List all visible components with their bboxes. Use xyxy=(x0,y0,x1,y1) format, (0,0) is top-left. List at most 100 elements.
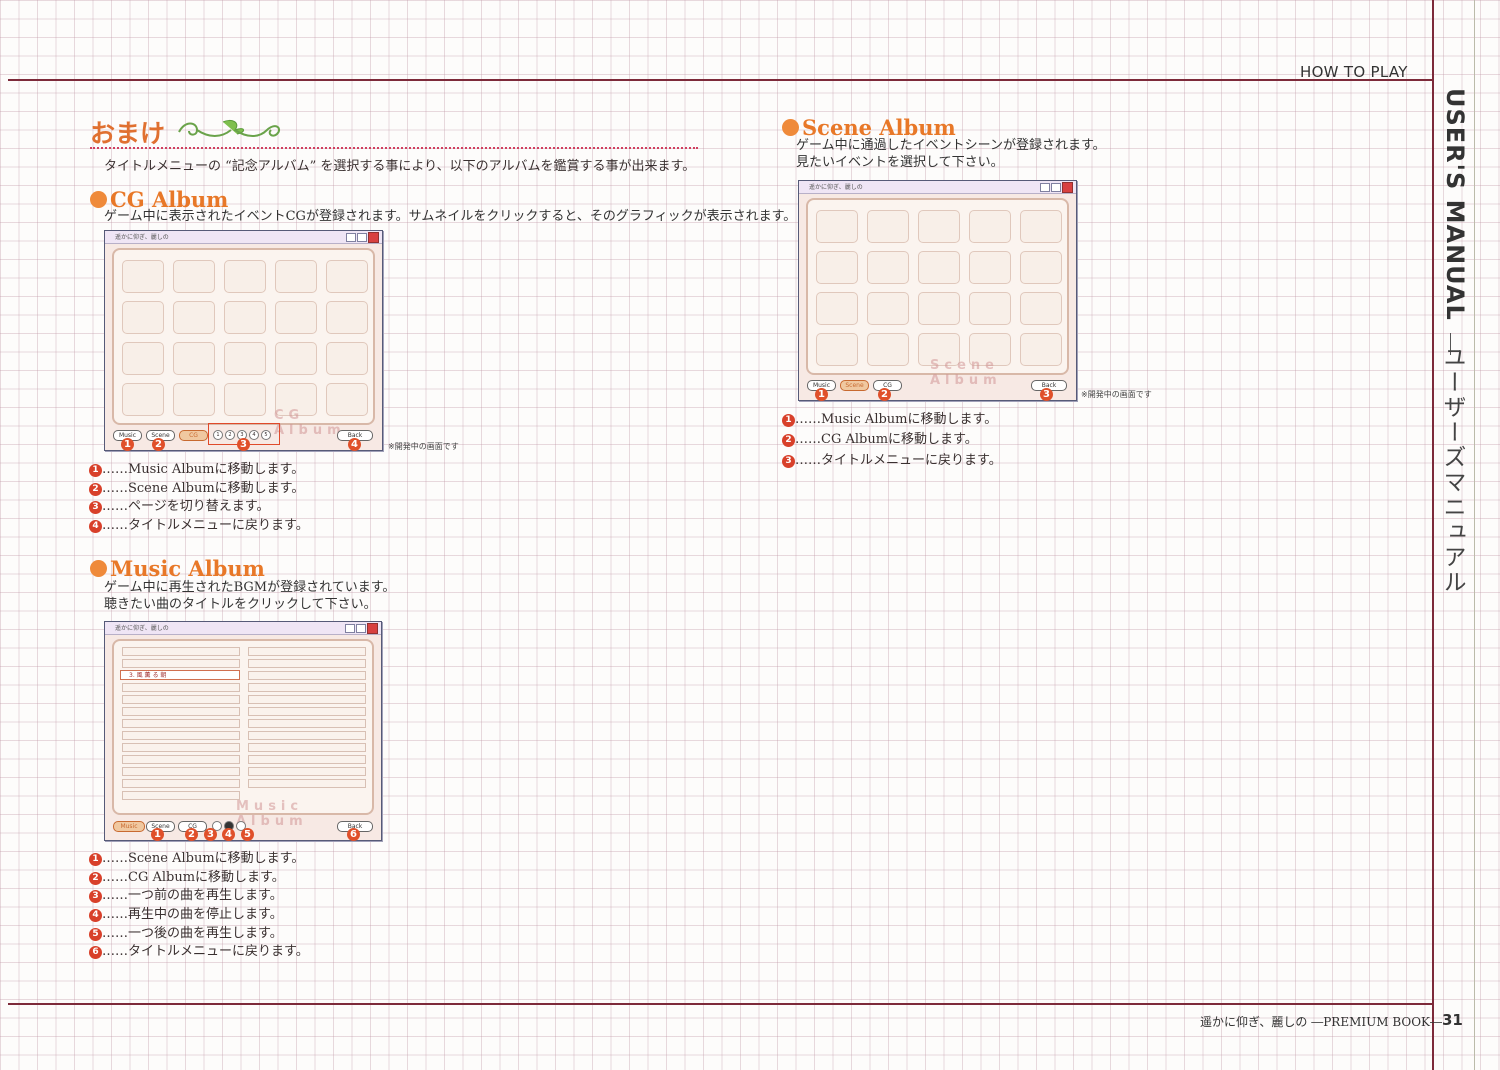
item-text: ……Music Albumに移動します。 xyxy=(795,412,998,427)
track-row[interactable] xyxy=(122,683,240,692)
cg-thumbnail[interactable] xyxy=(326,342,368,375)
scene-thumbnail[interactable] xyxy=(969,292,1011,325)
track-row[interactable] xyxy=(122,719,240,728)
track-row[interactable] xyxy=(248,659,366,668)
scene-thumbnail[interactable] xyxy=(867,251,909,284)
maximize-icon[interactable] xyxy=(1051,183,1061,192)
cg-thumbnail[interactable] xyxy=(173,301,215,334)
close-icon[interactable] xyxy=(368,232,379,243)
scene-thumbnail[interactable] xyxy=(969,210,1011,243)
page-2-button[interactable]: 2 xyxy=(225,430,235,440)
track-row[interactable] xyxy=(122,791,240,800)
minimize-icon[interactable] xyxy=(345,624,355,633)
music-item-4: 4 ……再生中の曲を停止します。 xyxy=(89,906,283,924)
page-1-button[interactable]: 1 xyxy=(213,430,223,440)
cg-thumbnail[interactable] xyxy=(122,342,164,375)
scene-item-2: 2 ……CG Albumに移動します。 xyxy=(782,431,978,449)
scene-thumbnail[interactable] xyxy=(1020,210,1062,243)
page-5-button[interactable]: 5 xyxy=(261,430,271,440)
cg-thumbnail[interactable] xyxy=(122,383,164,416)
top-rule xyxy=(8,79,1433,81)
item-text: ……一つ前の曲を再生します。 xyxy=(102,888,283,903)
track-row[interactable] xyxy=(248,767,366,776)
number-badge: 4 xyxy=(89,520,102,533)
how-to-play-label: HOW TO PLAY xyxy=(1300,63,1408,81)
title-dotted-divider xyxy=(90,147,698,149)
scene-thumbnail[interactable] xyxy=(816,251,858,284)
minimize-icon[interactable] xyxy=(346,233,356,242)
track-row[interactable] xyxy=(122,779,240,788)
scene-thumbnail[interactable] xyxy=(1020,251,1062,284)
callout-2: 2 xyxy=(878,388,891,401)
close-icon[interactable] xyxy=(1062,182,1073,193)
track-row[interactable] xyxy=(248,719,366,728)
scene-album-desc-1: ゲーム中に通過したイベントシーンが登録されます。 xyxy=(796,138,1106,153)
cg-thumbnail[interactable] xyxy=(224,342,266,375)
scene-thumbnail[interactable] xyxy=(816,210,858,243)
track-row[interactable] xyxy=(122,707,240,716)
bullet-dot-icon xyxy=(90,560,107,577)
track-row[interactable] xyxy=(122,647,240,656)
music-item-6: 6 ……タイトルメニューに戻ります。 xyxy=(89,943,309,961)
cg-thumbnail[interactable] xyxy=(224,260,266,293)
cg-item-2: 2 ……Scene Albumに移動します。 xyxy=(89,480,304,498)
cg-album-window: 遥かに仰ぎ、麗しの CG Album Music Scene CG 1 2 3 … xyxy=(104,230,383,451)
track-row[interactable] xyxy=(248,755,366,764)
track-row[interactable] xyxy=(248,731,366,740)
cg-button[interactable]: CG xyxy=(179,430,208,441)
item-text: ……タイトルメニューに戻ります。 xyxy=(795,453,1002,468)
scene-button[interactable]: Scene xyxy=(840,380,869,391)
cg-thumbnail[interactable] xyxy=(224,301,266,334)
scene-thumbnail[interactable] xyxy=(918,210,960,243)
cg-thumbnail[interactable] xyxy=(275,260,317,293)
cg-thumbnail[interactable] xyxy=(275,342,317,375)
music-album-desc-1: ゲーム中に再生されたBGMが登録されています。 xyxy=(104,580,396,595)
track-row[interactable] xyxy=(122,755,240,764)
track-row[interactable] xyxy=(248,671,366,680)
omake-intro: タイトルメニューの “記念アルバム” を選択する事により、以下のアルバムを鑑賞す… xyxy=(104,159,696,174)
callout-1: 1 xyxy=(121,438,134,451)
track-row[interactable] xyxy=(248,707,366,716)
track-row[interactable] xyxy=(122,695,240,704)
cg-thumbnail[interactable] xyxy=(122,301,164,334)
minimize-icon[interactable] xyxy=(1040,183,1050,192)
track-row[interactable] xyxy=(248,743,366,752)
track-row[interactable] xyxy=(248,779,366,788)
scene-thumbnail[interactable] xyxy=(816,292,858,325)
cg-thumbnail[interactable] xyxy=(173,342,215,375)
cg-thumbnail[interactable] xyxy=(122,260,164,293)
track-row-selected[interactable]: 3. 風 薫 る 朝 xyxy=(120,670,240,680)
track-row[interactable] xyxy=(122,731,240,740)
maximize-icon[interactable] xyxy=(356,624,366,633)
track-row[interactable] xyxy=(122,659,240,668)
number-badge: 1 xyxy=(89,464,102,477)
close-icon[interactable] xyxy=(367,623,378,634)
scene-thumbnail[interactable] xyxy=(867,292,909,325)
track-row[interactable] xyxy=(122,743,240,752)
scene-thumbnail[interactable] xyxy=(1020,292,1062,325)
maximize-icon[interactable] xyxy=(357,233,367,242)
sidebar-jp-title: ユーザーズマニュアル xyxy=(1439,345,1465,595)
window-titlebar: 遥かに仰ぎ、麗しの xyxy=(105,622,381,635)
scene-thumbnail[interactable] xyxy=(918,292,960,325)
music-button[interactable]: Music xyxy=(113,821,145,832)
scene-thumbnail[interactable] xyxy=(969,251,1011,284)
track-row[interactable] xyxy=(248,647,366,656)
item-text: ……CG Albumに移動します。 xyxy=(795,432,978,447)
cg-thumbnail[interactable] xyxy=(326,301,368,334)
track-row[interactable] xyxy=(248,683,366,692)
cg-thumbnail[interactable] xyxy=(275,301,317,334)
page-4-button[interactable]: 4 xyxy=(249,430,259,440)
scene-thumbnail[interactable] xyxy=(867,333,909,366)
cg-thumbnail[interactable] xyxy=(326,260,368,293)
scene-thumbnail[interactable] xyxy=(918,251,960,284)
scene-thumbnail[interactable] xyxy=(867,210,909,243)
cg-thumbnail[interactable] xyxy=(173,383,215,416)
track-row[interactable] xyxy=(248,695,366,704)
cg-thumbnail[interactable] xyxy=(224,383,266,416)
number-badge: 1 xyxy=(89,853,102,866)
cg-thumbnail[interactable] xyxy=(173,260,215,293)
track-row[interactable] xyxy=(122,767,240,776)
scene-album-desc-2: 見たいイベントを選択して下さい。 xyxy=(796,155,1004,170)
scene-thumbnail[interactable] xyxy=(816,333,858,366)
